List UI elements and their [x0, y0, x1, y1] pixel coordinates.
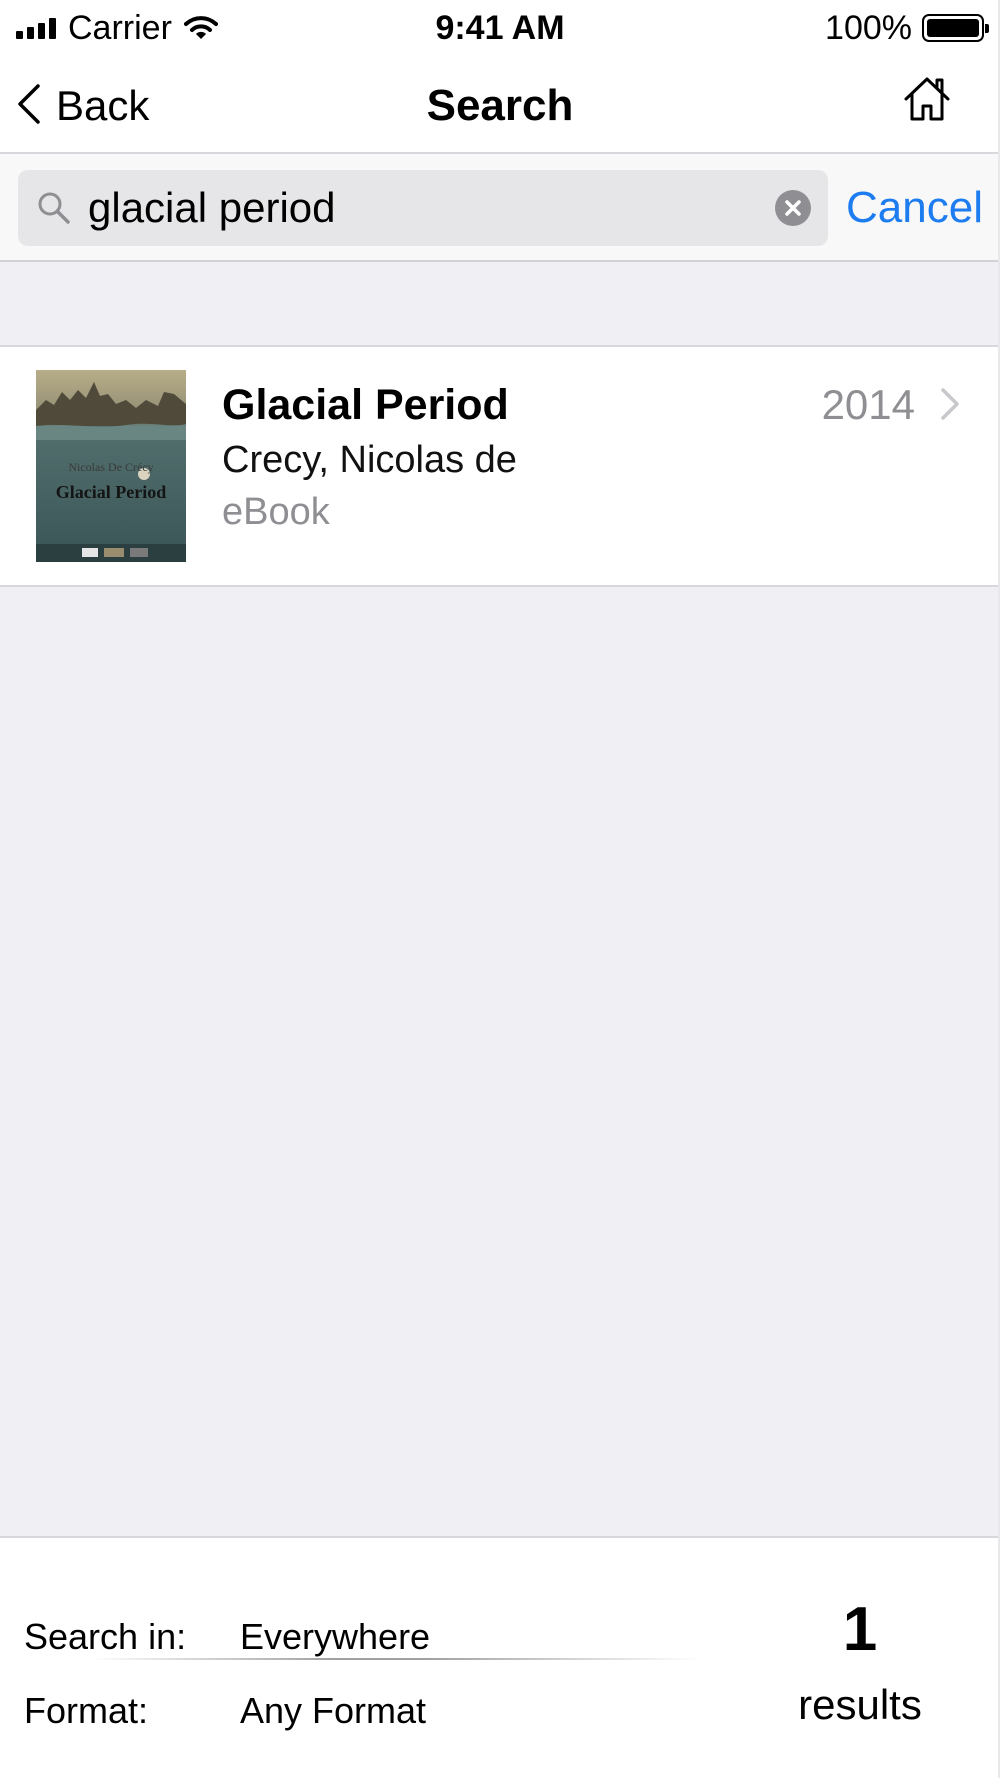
cancel-button[interactable]: Cancel	[846, 170, 983, 246]
search-input[interactable]	[88, 170, 768, 246]
search-options-footer: Search in: Everywhere Format: Any Format…	[0, 1536, 1000, 1778]
result-author: Crecy, Nicolas de	[222, 439, 517, 481]
search-icon	[36, 190, 72, 231]
format-selector[interactable]: Any Format	[240, 1688, 426, 1734]
battery-percentage: 100%	[825, 8, 912, 47]
results-label: results	[798, 1681, 922, 1728]
status-right: 100%	[825, 8, 989, 48]
clear-search-button[interactable]	[775, 190, 811, 226]
result-format: eBook	[222, 491, 330, 533]
navigation-bar: Back Search	[0, 56, 1000, 154]
search-in-selector[interactable]: Everywhere	[240, 1614, 430, 1660]
close-icon	[785, 200, 801, 216]
chevron-left-icon	[16, 83, 42, 130]
results-count: 1	[842, 1595, 878, 1664]
search-in-label: Search in:	[24, 1616, 187, 1657]
format-label: Format:	[24, 1690, 149, 1731]
chevron-right-icon	[940, 387, 960, 426]
cover-title-text: Glacial Period	[55, 482, 167, 502]
battery-icon	[922, 14, 989, 42]
cover-author-text: Nicolas De Crécy	[68, 460, 154, 474]
result-title: Glacial Period	[222, 381, 509, 429]
book-cover-image: Nicolas De Crécy Glacial Period	[36, 370, 186, 562]
home-icon	[904, 77, 950, 121]
result-year: 2014	[821, 381, 915, 428]
home-button[interactable]	[902, 74, 952, 130]
search-bar: Cancel	[0, 154, 1000, 262]
search-field[interactable]	[18, 170, 828, 246]
page-title: Search	[426, 81, 574, 130]
footer-divider	[90, 1658, 700, 1660]
back-button[interactable]: Back	[16, 76, 149, 136]
back-label: Back	[56, 82, 150, 129]
status-bar: Carrier 9:41 AM 100%	[0, 0, 1000, 56]
result-row[interactable]: Nicolas De Crécy Glacial Period Glacial …	[0, 345, 1000, 587]
